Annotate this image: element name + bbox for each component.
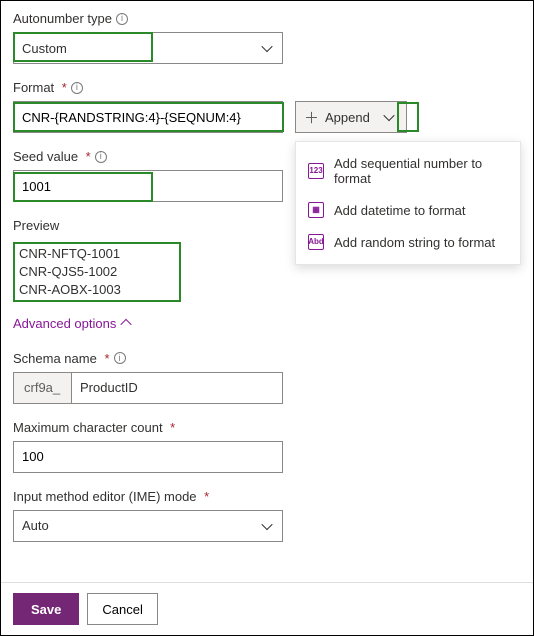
plus-icon: ＋ bbox=[304, 107, 319, 128]
chevron-up-icon bbox=[122, 319, 130, 327]
chevron-down-icon bbox=[262, 521, 272, 531]
cancel-button[interactable]: Cancel bbox=[87, 593, 157, 625]
info-icon: i bbox=[71, 82, 83, 94]
autonumber-type-select[interactable]: Custom bbox=[13, 32, 283, 64]
append-menu: 123 Add sequential number to format ▦ Ad… bbox=[295, 141, 521, 265]
schema-prefix: crf9a_ bbox=[14, 373, 72, 403]
chevron-down-icon bbox=[262, 43, 272, 53]
append-button[interactable]: ＋ Append bbox=[295, 101, 407, 133]
max-char-count-input[interactable] bbox=[13, 441, 283, 473]
menu-add-datetime[interactable]: ▦ Add datetime to format bbox=[296, 194, 520, 226]
footer: Save Cancel bbox=[1, 582, 533, 635]
max-char-count-label: Maximum character count * bbox=[13, 420, 521, 435]
info-icon: i bbox=[116, 13, 128, 25]
menu-add-sequential[interactable]: 123 Add sequential number to format bbox=[296, 148, 520, 194]
format-label: Format * i bbox=[13, 80, 521, 95]
string-icon: Abd bbox=[308, 234, 324, 250]
ime-mode-label: Input method editor (IME) mode * bbox=[13, 489, 521, 504]
advanced-options-toggle[interactable]: Advanced options bbox=[13, 316, 521, 331]
chevron-down-icon[interactable] bbox=[380, 113, 398, 121]
schema-name-label: Schema name * i bbox=[13, 351, 521, 366]
autonumber-type-label: Autonumber type i bbox=[13, 11, 521, 26]
info-icon: i bbox=[95, 151, 107, 163]
schema-name-input[interactable]: crf9a_ ProductID bbox=[13, 372, 283, 404]
number-icon: 123 bbox=[308, 163, 324, 179]
calendar-icon: ▦ bbox=[308, 202, 324, 218]
preview-box: CNR-NFTQ-1001 CNR-QJS5-1002 CNR-AOBX-100… bbox=[13, 239, 181, 306]
seed-value-input[interactable] bbox=[13, 170, 283, 202]
save-button[interactable]: Save bbox=[13, 593, 79, 625]
format-input[interactable] bbox=[13, 101, 283, 133]
info-icon: i bbox=[114, 352, 126, 364]
ime-mode-select[interactable]: Auto bbox=[13, 510, 283, 542]
schema-value[interactable]: ProductID bbox=[72, 373, 282, 403]
menu-add-randomstring[interactable]: Abd Add random string to format bbox=[296, 226, 520, 258]
